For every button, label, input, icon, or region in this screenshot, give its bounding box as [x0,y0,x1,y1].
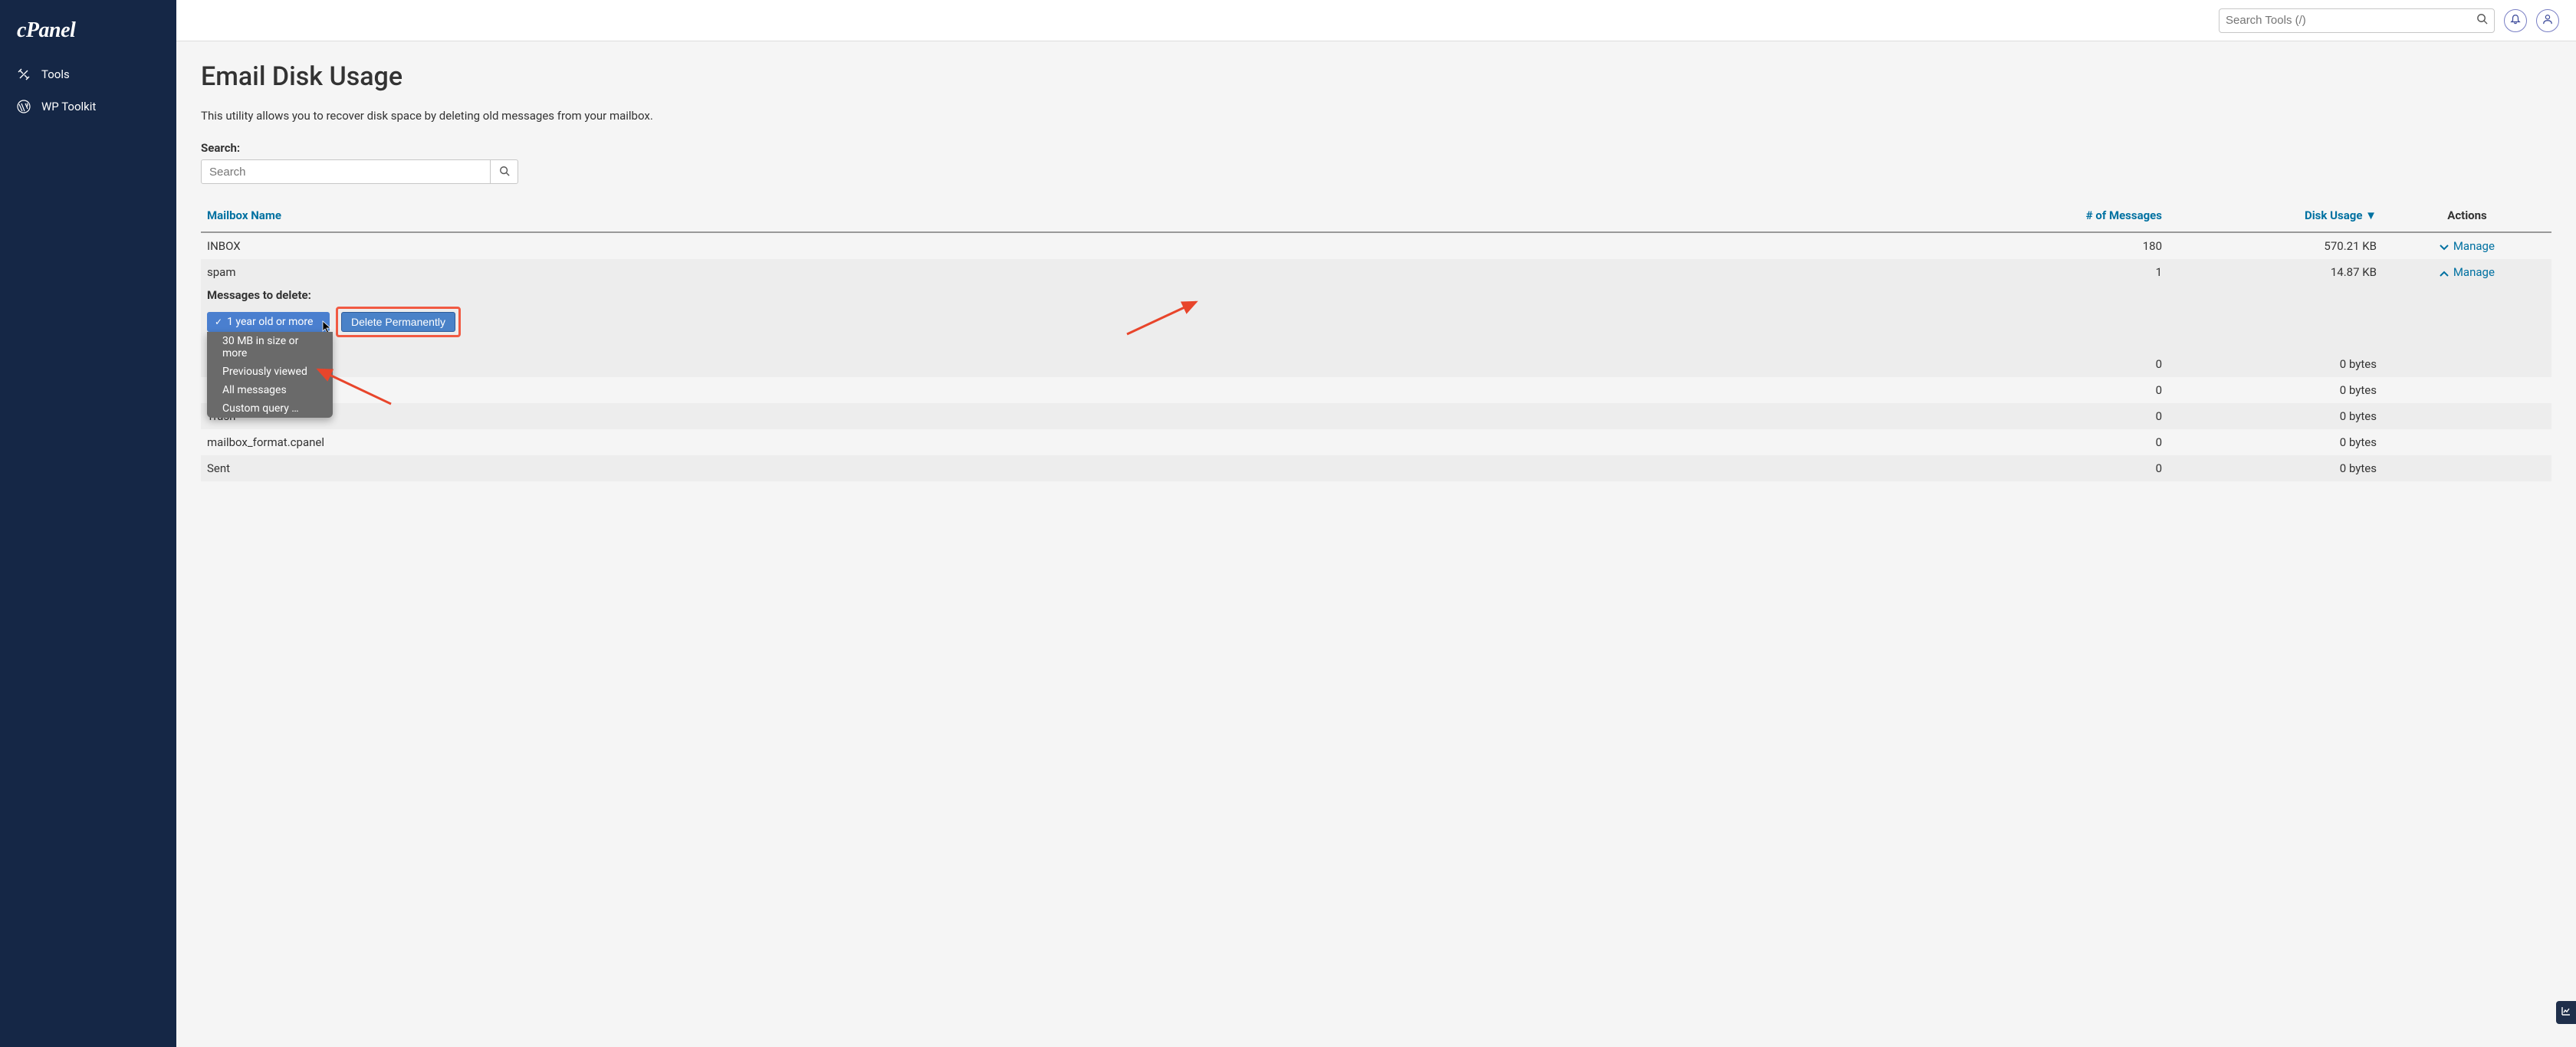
delete-filter-dropdown[interactable]: 1 year old or more 30 MB in size or more… [207,312,330,332]
brand-text: cPanel [17,18,75,42]
cell-disk: 0 bytes [2168,429,2383,455]
col-header-disk[interactable]: Disk Usage ▼ [2168,199,2383,232]
manage-link[interactable]: Manage [2383,259,2551,285]
cell-name [201,351,2015,377]
cell-name: INBOX [201,232,2015,259]
manage-panel-label: Messages to delete: [207,288,2545,302]
search-icon [499,166,510,179]
tools-icon [17,67,31,81]
dropdown-selected[interactable]: 1 year old or more [207,312,330,332]
sidebar-item-wp-toolkit[interactable]: WP Toolkit [0,90,176,123]
mailbox-search-button[interactable] [491,159,518,184]
cell-name: Sent [201,455,2015,481]
table-row: 0 0 bytes [201,377,2551,403]
col-header-actions: Actions [2383,199,2551,232]
table-row: INBOX 180 570.21 KB Manage [201,232,2551,259]
cell-msgs: 0 [2015,351,2168,377]
cell-disk: 0 bytes [2168,351,2383,377]
table-row: 0 0 bytes [201,351,2551,377]
cell-msgs: 0 [2015,403,2168,429]
mailbox-search-row [201,159,2551,184]
main: Email Disk Usage This utility allows you… [176,0,2576,1047]
sidebar-item-label: Tools [41,67,70,81]
account-button[interactable] [2536,9,2559,32]
topbar [176,0,2576,41]
search-tools-input[interactable] [2226,14,2476,27]
search-icon[interactable] [2476,13,2488,28]
col-header-name[interactable]: Mailbox Name [201,199,2015,232]
table-row: Sent 0 0 bytes [201,455,2551,481]
delete-button-highlight: Delete Permanently [336,307,461,337]
chevron-down-icon [2440,239,2453,253]
search-label: Search: [201,141,2551,155]
content: Email Disk Usage This utility allows you… [176,41,2576,501]
manage-label: Manage [2453,265,2495,279]
manage-panel-controls: 1 year old or more 30 MB in size or more… [207,307,2545,337]
cell-msgs: 0 [2015,455,2168,481]
table-row: mailbox_format.cpanel 0 0 bytes [201,429,2551,455]
cell-msgs: 1 [2015,259,2168,285]
cell-name: Trash [201,403,2015,429]
search-tools-wrap [2219,8,2495,33]
manage-label: Manage [2453,239,2495,253]
cell-name: spam [201,259,2015,285]
user-icon [2542,14,2553,28]
cell-name: mailbox_format.cpanel [201,429,2015,455]
cell-name [201,377,2015,403]
sidebar-item-tools[interactable]: Tools [0,58,176,90]
page-description: This utility allows you to recover disk … [201,109,2551,123]
dropdown-item[interactable]: Previously viewed [207,363,333,381]
dropdown-item[interactable]: 30 MB in size or more [207,332,333,363]
cell-disk: 0 bytes [2168,403,2383,429]
chart-icon [2561,1006,2571,1019]
cell-disk: 14.87 KB [2168,259,2383,285]
table-row: Trash 0 0 bytes [201,403,2551,429]
logo: cPanel [0,8,176,58]
wordpress-icon [17,100,31,113]
sidebar-item-label: WP Toolkit [41,100,96,113]
cell-disk: 570.21 KB [2168,232,2383,259]
delete-permanently-button[interactable]: Delete Permanently [341,312,455,332]
sidebar: cPanel Tools WP Toolkit [0,0,176,1047]
table-row: spam 1 14.87 KB Manage [201,259,2551,285]
mailbox-search-input[interactable] [201,159,491,184]
cell-disk: 0 bytes [2168,455,2383,481]
dropdown-item[interactable]: Custom query … [207,399,333,418]
cell-disk: 0 bytes [2168,377,2383,403]
manage-link[interactable]: Manage [2383,232,2551,259]
manage-panel-row: Messages to delete: 1 year old or more 3… [201,285,2551,351]
page-title: Email Disk Usage [201,61,2551,92]
cell-msgs: 180 [2015,232,2168,259]
app-root: cPanel Tools WP Toolkit [0,0,2576,1047]
chevron-up-icon [2440,265,2453,279]
bell-icon [2510,14,2521,28]
stats-fab[interactable] [2556,1001,2576,1024]
col-header-msgs[interactable]: # of Messages [2015,199,2168,232]
dropdown-menu: 30 MB in size or more Previously viewed … [207,332,333,418]
dropdown-item[interactable]: All messages [207,381,333,399]
cell-msgs: 0 [2015,429,2168,455]
cell-msgs: 0 [2015,377,2168,403]
mailbox-table: Mailbox Name # of Messages Disk Usage ▼ … [201,199,2551,481]
notifications-button[interactable] [2504,9,2527,32]
